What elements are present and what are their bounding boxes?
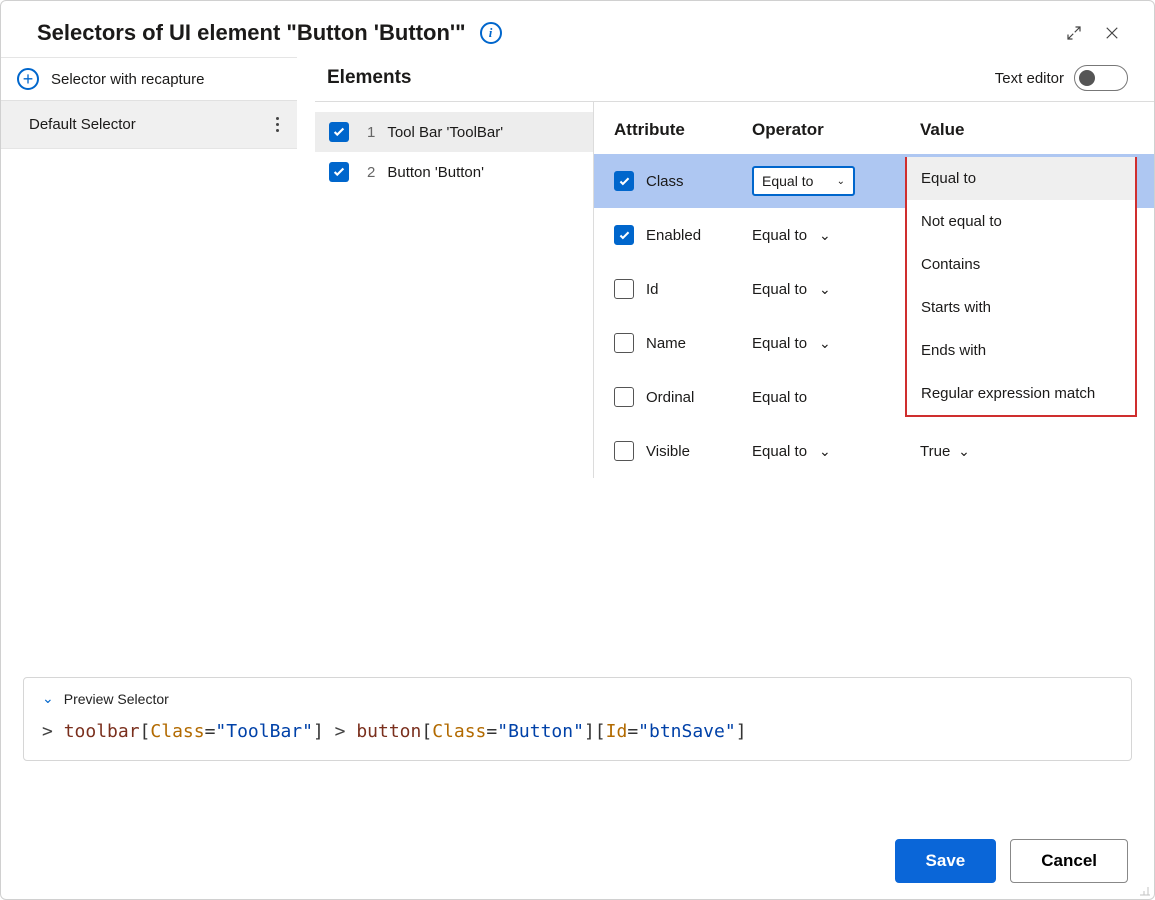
attribute-checkbox[interactable] <box>614 387 634 407</box>
resize-grip-icon[interactable] <box>1138 883 1152 897</box>
preview-toggle[interactable]: ⌄ Preview Selector <box>42 690 1113 707</box>
dropdown-item[interactable]: Contains <box>907 243 1135 286</box>
dropdown-item[interactable]: Starts with <box>907 286 1135 329</box>
selector-dialog: Selectors of UI element "Button 'Button'… <box>0 0 1155 900</box>
dropdown-item[interactable]: Ends with <box>907 329 1135 372</box>
element-row[interactable]: 2 Button 'Button' <box>315 152 593 192</box>
attribute-header: Attribute Operator Value <box>594 102 1154 154</box>
elements-title: Elements <box>327 67 411 89</box>
attribute-name: Name <box>646 335 686 352</box>
operator-text: Equal to <box>752 389 807 406</box>
col-attribute: Attribute <box>614 120 752 140</box>
info-icon[interactable]: i <box>480 22 502 44</box>
more-options-icon[interactable] <box>272 113 283 136</box>
element-label: Button 'Button' <box>387 164 484 181</box>
chevron-down-icon[interactable]: ⌄ <box>819 335 831 352</box>
dropdown-item[interactable]: Regular expression match <box>907 372 1135 415</box>
selector-item-label: Default Selector <box>29 116 136 133</box>
chevron-down-icon[interactable]: ⌄ <box>819 443 831 460</box>
preview-selector-panel: ⌄ Preview Selector > toolbar[Class="Tool… <box>23 677 1132 761</box>
attribute-name: Class <box>646 173 684 190</box>
checkbox-icon[interactable] <box>329 122 349 142</box>
dropdown-item[interactable]: Not equal to <box>907 200 1135 243</box>
attribute-name: Visible <box>646 443 690 460</box>
attribute-row: VisibleEqual to⌄True ⌄ <box>594 424 1154 478</box>
element-index: 2 <box>367 164 375 181</box>
expand-icon[interactable] <box>1060 19 1088 47</box>
add-selector-label: Selector with recapture <box>51 71 204 88</box>
chevron-down-icon[interactable]: ⌄ <box>819 227 831 244</box>
operator-select[interactable]: Equal to⌄ <box>752 166 855 196</box>
attribute-checkbox[interactable] <box>614 441 634 461</box>
close-icon[interactable] <box>1098 19 1126 47</box>
chevron-down-icon: ⌄ <box>42 690 54 707</box>
text-editor-label: Text editor <box>995 70 1064 87</box>
attribute-checkbox[interactable] <box>614 171 634 191</box>
plus-circle-icon: + <box>17 68 39 90</box>
chevron-down-icon[interactable]: ⌄ <box>954 443 970 459</box>
preview-label: Preview Selector <box>64 691 169 707</box>
operator-text: Equal to <box>752 335 807 352</box>
checkbox-icon[interactable] <box>329 162 349 182</box>
dropdown-item[interactable]: Equal to <box>907 157 1135 200</box>
attribute-checkbox[interactable] <box>614 279 634 299</box>
attribute-name: Id <box>646 281 659 298</box>
dialog-body: + Selector with recapture Default Select… <box>1 57 1154 667</box>
add-selector-button[interactable]: + Selector with recapture <box>1 58 297 101</box>
text-editor-toggle-group: Text editor <box>995 65 1128 91</box>
attribute-checkbox[interactable] <box>614 333 634 353</box>
sidebar: + Selector with recapture Default Select… <box>1 57 297 667</box>
dialog-footer: Save Cancel <box>895 839 1128 883</box>
col-value: Value <box>920 120 1134 140</box>
operator-dropdown[interactable]: Equal to Not equal to Contains Starts wi… <box>905 157 1137 417</box>
selector-item-default[interactable]: Default Selector <box>1 101 297 149</box>
col-operator: Operator <box>752 120 920 140</box>
dialog-title: Selectors of UI element "Button 'Button'… <box>37 20 466 46</box>
attribute-name: Ordinal <box>646 389 694 406</box>
save-button[interactable]: Save <box>895 839 997 883</box>
element-label: Tool Bar 'ToolBar' <box>387 124 503 141</box>
operator-text: Equal to <box>752 281 807 298</box>
element-row[interactable]: 1 Tool Bar 'ToolBar' <box>315 112 593 152</box>
preview-selector-text: > toolbar[Class="ToolBar"] > button[Clas… <box>42 721 1113 742</box>
elements-list: 1 Tool Bar 'ToolBar' 2 Button 'Button' <box>315 102 593 478</box>
cancel-button[interactable]: Cancel <box>1010 839 1128 883</box>
attribute-checkbox[interactable] <box>614 225 634 245</box>
chevron-down-icon[interactable]: ⌄ <box>819 281 831 298</box>
dialog-header: Selectors of UI element "Button 'Button'… <box>1 1 1154 57</box>
attribute-value[interactable]: True ⌄ <box>920 443 1134 460</box>
text-editor-toggle[interactable] <box>1074 65 1128 91</box>
element-index: 1 <box>367 124 375 141</box>
attribute-name: Enabled <box>646 227 701 244</box>
operator-text: Equal to <box>752 443 807 460</box>
operator-text: Equal to <box>752 227 807 244</box>
elements-header: Elements Text editor <box>315 57 1154 102</box>
main-panel: Elements Text editor 1 Tool Bar 'ToolBar… <box>297 57 1154 667</box>
